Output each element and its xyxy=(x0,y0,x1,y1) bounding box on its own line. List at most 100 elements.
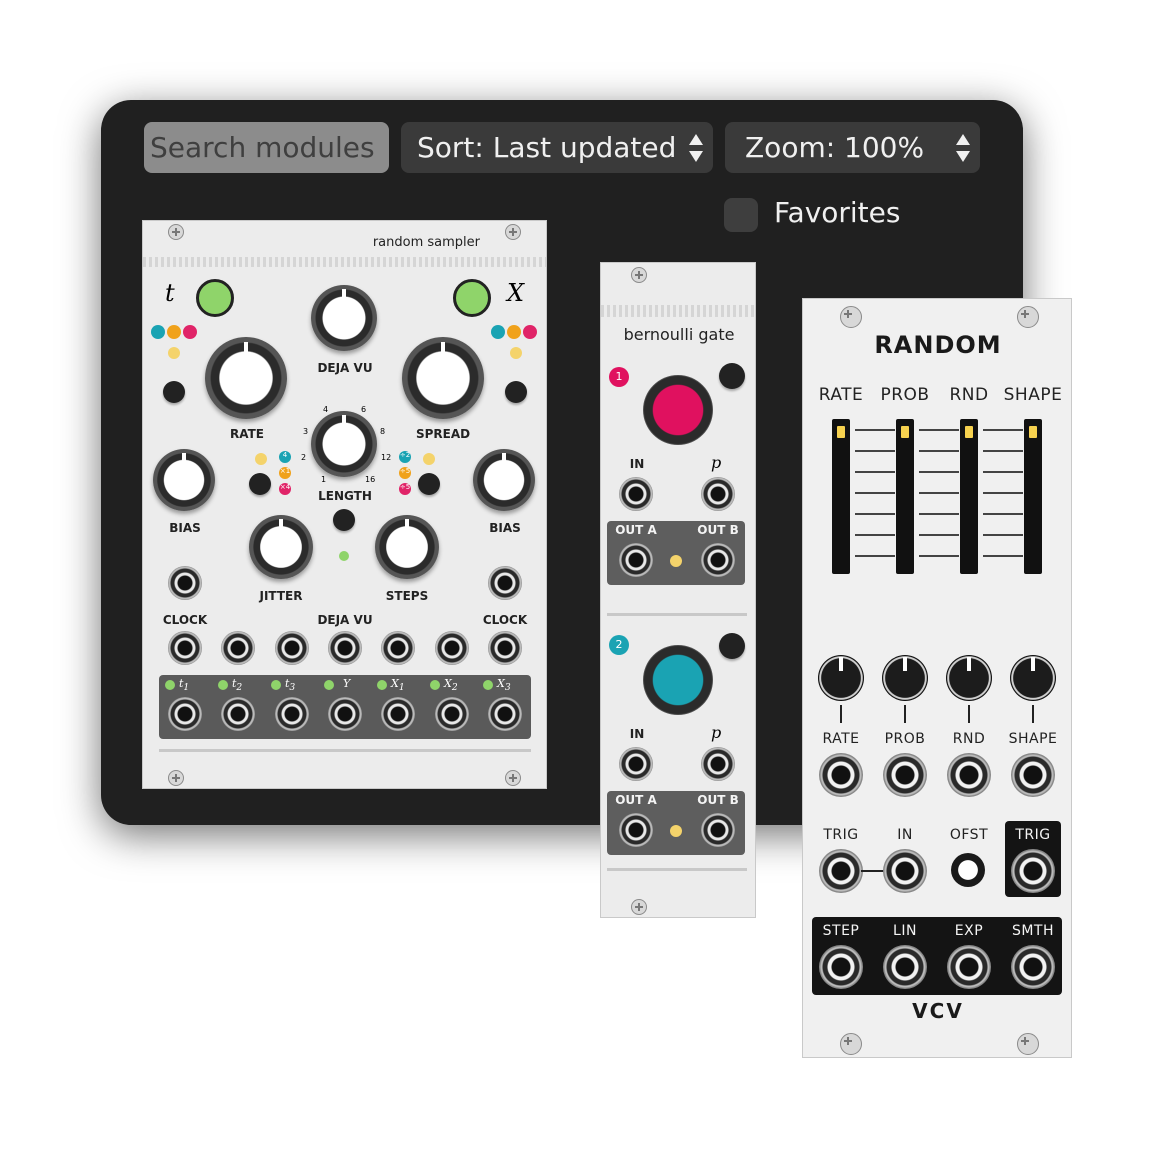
deja-vu-knob[interactable] xyxy=(311,285,377,351)
x2-output-jack[interactable] xyxy=(435,697,469,731)
output-label: X3 xyxy=(497,677,511,694)
rate-slider[interactable] xyxy=(832,419,850,574)
knob-marker xyxy=(968,705,970,723)
prob-knob[interactable] xyxy=(882,655,928,701)
rate-knob[interactable] xyxy=(818,655,864,701)
bias-left-knob[interactable] xyxy=(153,449,215,511)
out-b-jack-1[interactable] xyxy=(701,543,735,577)
bias-left-jack[interactable] xyxy=(168,566,202,600)
bias-right-jack[interactable] xyxy=(488,566,522,600)
lin-out-jack[interactable] xyxy=(883,945,927,989)
slider-ticks xyxy=(855,429,895,569)
ofst-toggle-button[interactable] xyxy=(951,853,985,887)
mode-button[interactable] xyxy=(163,381,185,403)
status-led xyxy=(423,453,435,465)
bias-left-label: BIAS xyxy=(169,521,201,535)
y-output-jack[interactable] xyxy=(328,697,362,731)
mode-icon[interactable] xyxy=(523,325,537,339)
rnd-cv-jack[interactable] xyxy=(947,753,991,797)
t-label: t xyxy=(165,279,175,307)
zoom-label: Zoom: 100% xyxy=(745,131,925,164)
rnd-slider[interactable] xyxy=(960,419,978,574)
exp-label: EXP xyxy=(954,923,984,939)
mode-icon[interactable] xyxy=(491,325,505,339)
prob-cv-jack[interactable] xyxy=(883,753,927,797)
mode-icon[interactable] xyxy=(151,325,165,339)
zoom-select[interactable]: Zoom: 100% xyxy=(725,122,980,173)
deja-vu-button[interactable] xyxy=(333,509,355,531)
prob-slider-label: PROB xyxy=(880,385,930,405)
rate-knob[interactable] xyxy=(205,337,287,419)
rate-cv-jack[interactable] xyxy=(221,631,255,665)
spread-knob[interactable] xyxy=(402,337,484,419)
mode-icon[interactable] xyxy=(183,325,197,339)
spread-cv-jack[interactable] xyxy=(435,631,469,665)
shape-cv-jack[interactable] xyxy=(1011,753,1055,797)
deja-vu-cv-jack[interactable] xyxy=(328,631,362,665)
rnd-knob[interactable] xyxy=(946,655,992,701)
t1-output-jack[interactable] xyxy=(168,697,202,731)
length-mode-button[interactable] xyxy=(249,473,271,495)
t-gate-button[interactable] xyxy=(196,279,234,317)
steps-knob[interactable] xyxy=(375,515,439,579)
probability-knob-1[interactable] xyxy=(643,375,713,445)
probability-knob-2[interactable] xyxy=(643,645,713,715)
badge: ×1 xyxy=(279,467,291,479)
step-label: STEP xyxy=(822,923,860,939)
mode-icon[interactable] xyxy=(167,325,181,339)
jitter-cv-jack[interactable] xyxy=(275,631,309,665)
out-a-jack-2[interactable] xyxy=(619,813,653,847)
length-knob[interactable] xyxy=(311,411,377,477)
outputs-section: t1 t2 t3 Y X1 X2 X3 xyxy=(159,675,531,739)
x-label: X xyxy=(507,279,525,307)
p-jack-1[interactable] xyxy=(701,477,735,511)
mode-button-2[interactable] xyxy=(719,633,745,659)
p-jack-2[interactable] xyxy=(701,747,735,781)
rate-cv-jack[interactable] xyxy=(819,753,863,797)
jitter-knob[interactable] xyxy=(249,515,313,579)
trig-in-jack[interactable] xyxy=(819,849,863,893)
in-jack-2[interactable] xyxy=(619,747,653,781)
channel-badge: 2 xyxy=(609,635,629,655)
clock-right-jack[interactable] xyxy=(488,631,522,665)
x1-output-jack[interactable] xyxy=(381,697,415,731)
slider-led xyxy=(1029,426,1037,438)
step-out-jack[interactable] xyxy=(819,945,863,989)
smth-out-jack[interactable] xyxy=(1011,945,1055,989)
out-b-jack-2[interactable] xyxy=(701,813,735,847)
random-module[interactable]: RANDOM RATE PROB RND SHAPE RATE PROB RND… xyxy=(802,298,1072,1058)
steps-cv-jack[interactable] xyxy=(381,631,415,665)
status-led xyxy=(483,680,493,690)
trig-out-jack[interactable] xyxy=(1011,849,1055,893)
t2-output-jack[interactable] xyxy=(221,697,255,731)
vcv-logo: VCV xyxy=(912,999,964,1023)
exp-out-jack[interactable] xyxy=(947,945,991,989)
lin-label: LIN xyxy=(893,923,917,939)
knob-marker xyxy=(1032,705,1034,723)
favorites-checkbox[interactable] xyxy=(724,198,758,232)
in-jack-1[interactable] xyxy=(619,477,653,511)
search-input[interactable]: Search modules xyxy=(144,122,389,173)
mode-button[interactable] xyxy=(505,381,527,403)
t3-output-jack[interactable] xyxy=(275,697,309,731)
out-a-jack-1[interactable] xyxy=(619,543,653,577)
x-gate-button[interactable] xyxy=(453,279,491,317)
badge: ÷5 xyxy=(399,467,411,479)
steps-mode-button[interactable] xyxy=(418,473,440,495)
shape-slider[interactable] xyxy=(1024,419,1042,574)
badge: ×4 xyxy=(279,483,291,495)
x3-output-jack[interactable] xyxy=(488,697,522,731)
rnd-cv-label: RND xyxy=(952,731,986,747)
shape-knob[interactable] xyxy=(1010,655,1056,701)
screw-icon xyxy=(840,1033,862,1055)
prob-cv-label: PROB xyxy=(884,731,926,747)
clock-left-jack[interactable] xyxy=(168,631,202,665)
sort-select[interactable]: Sort: Last updated xyxy=(401,122,713,173)
in-jack[interactable] xyxy=(883,849,927,893)
mode-button-1[interactable] xyxy=(719,363,745,389)
prob-slider[interactable] xyxy=(896,419,914,574)
random-sampler-module[interactable]: random sampler t X DEJA VU RATE SPREAD L… xyxy=(142,220,547,789)
bias-right-knob[interactable] xyxy=(473,449,535,511)
mode-icon[interactable] xyxy=(507,325,521,339)
bernoulli-gate-module[interactable]: bernoulli gate 1 IN p OUT A OUT B 2 IN p… xyxy=(600,262,756,918)
